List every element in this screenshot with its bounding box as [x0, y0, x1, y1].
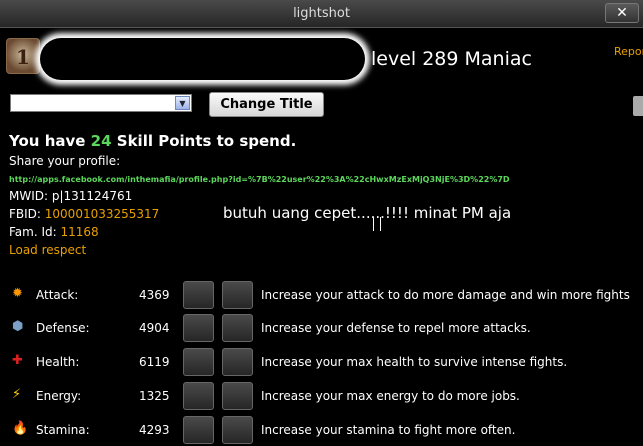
text-cursor-icon: [373, 217, 381, 231]
increase-stat-5-button[interactable]: [222, 416, 253, 444]
defense-icon: ⬢: [12, 319, 24, 334]
stat-value: 6119: [139, 355, 170, 369]
profile-url-link[interactable]: http://apps.facebook.com/inthemafia/prof…: [9, 175, 510, 184]
stat-value: 1325: [139, 389, 170, 403]
load-respect-link[interactable]: Load respect: [9, 243, 86, 257]
stat-name: Stamina:: [36, 423, 90, 437]
increase-stat-5-button[interactable]: [222, 348, 253, 376]
stat-description: Increase your defense to repel more atta…: [261, 321, 531, 335]
stat-row-attack: ✹ Attack: 4369 Increase your attack to do m…: [0, 281, 643, 311]
increase-stat-button[interactable]: [183, 416, 214, 444]
energy-icon: ⚡: [12, 387, 22, 402]
report-link[interactable]: Repor: [614, 45, 643, 58]
redacted-name: [40, 38, 365, 80]
mwid-line: MWID: p|131124761: [9, 189, 132, 203]
scrollbar[interactable]: [633, 96, 643, 116]
increase-stat-5-button[interactable]: [222, 314, 253, 342]
skill-points-count: 24: [90, 132, 112, 150]
share-label: Share your profile:: [9, 154, 121, 168]
chevron-down-icon[interactable]: ▼: [175, 96, 190, 110]
change-title-button[interactable]: Change Title: [209, 92, 324, 117]
fam-label: Fam. Id:: [9, 225, 61, 239]
stat-value: 4904: [139, 321, 170, 335]
window-title: lightshot: [293, 6, 350, 21]
mwid-value: p|131124761: [51, 189, 133, 203]
close-button[interactable]: ✕: [605, 3, 639, 23]
increase-stat-button[interactable]: [183, 314, 214, 342]
skill-points-text: You have 24 Skill Points to spend.: [9, 132, 296, 150]
stat-name: Defense:: [36, 321, 90, 335]
stat-description: Increase your stamina to fight more ofte…: [261, 423, 516, 437]
overlay-message: butuh uang cepet......!!!! minat PM aja: [223, 204, 512, 222]
fbid-value[interactable]: 100001033255317: [45, 207, 160, 221]
stat-name: Energy:: [36, 389, 82, 403]
stat-row-energy: ⚡ Energy: 1325 Increase your max energy to …: [0, 382, 643, 412]
title-select[interactable]: ▼: [10, 94, 192, 112]
stat-name: Attack:: [36, 288, 79, 302]
stat-description: Increase your max energy to do more jobs…: [261, 389, 520, 403]
rank-emblem-glyph: 1: [16, 45, 30, 69]
increase-stat-5-button[interactable]: [222, 382, 253, 410]
fam-value[interactable]: 11168: [61, 225, 99, 239]
mwid-label: MWID:: [9, 189, 52, 203]
health-icon: ✚: [12, 353, 23, 368]
increase-stat-5-button[interactable]: [222, 281, 253, 309]
stat-name: Health:: [36, 355, 80, 369]
stat-value: 4293: [139, 423, 170, 437]
stat-description: Increase your max health to survive inte…: [261, 355, 568, 369]
increase-stat-button[interactable]: [183, 348, 214, 376]
stat-row-health: ✚ Health: 6119 Increase your max health to …: [0, 348, 643, 378]
increase-stat-button[interactable]: [183, 382, 214, 410]
window-titlebar: lightshot ✕: [0, 0, 643, 28]
stat-value: 4369: [139, 288, 170, 302]
stat-description: Increase your attack to do more damage a…: [261, 288, 630, 302]
fam-id-line: Fam. Id: 11168: [9, 225, 99, 239]
fbid-label: FBID:: [9, 207, 45, 221]
fbid-line: FBID: 100001033255317: [9, 207, 159, 221]
stat-row-defense: ⬢ Defense: 4904 Increase your defense to re…: [0, 314, 643, 344]
attack-icon: ✹: [12, 286, 23, 301]
stamina-icon: 🔥: [12, 421, 29, 436]
skill-points-suffix: Skill Points to spend.: [111, 132, 297, 150]
player-level: level 289 Maniac: [371, 48, 532, 70]
increase-stat-button[interactable]: [183, 281, 214, 309]
skill-points-prefix: You have: [9, 132, 91, 150]
rank-emblem-icon: 1: [6, 38, 40, 74]
stat-row-stamina: 🔥 Stamina: 4293 Increase your stamina to fi…: [0, 416, 643, 446]
